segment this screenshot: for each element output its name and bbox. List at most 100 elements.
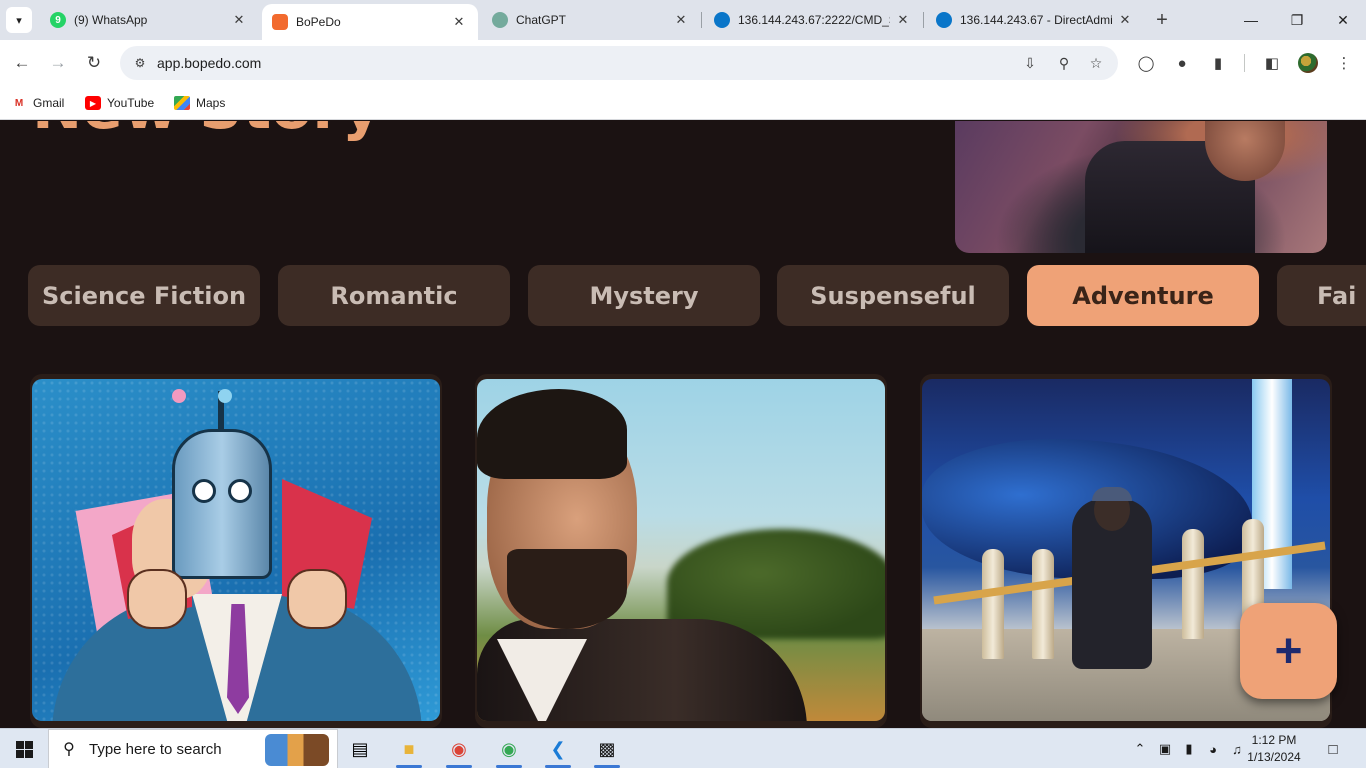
arrow-left-icon: ← [13, 53, 31, 72]
bookmark-label: YouTube [107, 96, 155, 110]
search-icon: ⚲ [63, 741, 75, 758]
site-settings-icon[interactable]: ⚙ [132, 55, 148, 71]
tab-separator [701, 12, 702, 28]
tab-directadmin[interactable]: 136.144.243.67 - DirectAdmi ✕ [926, 0, 1144, 40]
category-romantic[interactable]: Romantic [278, 265, 510, 326]
file-explorer-icon[interactable]: ■ [386, 729, 432, 768]
pop-art-robot-mask-image [32, 379, 440, 721]
art-shape [1092, 487, 1132, 501]
bookmark-label: Maps [196, 96, 226, 110]
tab-separator [923, 12, 924, 28]
bookmark-gmail[interactable]: M Gmail [11, 93, 65, 113]
reload-button[interactable]: ↻ [80, 49, 108, 77]
page-title: New Story [32, 121, 381, 143]
taskbar-search[interactable]: ⚲ Type here to search [48, 729, 338, 768]
chatgpt-icon [492, 12, 508, 28]
browser-tab-strip: ▾ 9 (9) WhatsApp ✕ BoPeDo ✕ ChatGPT ✕ 13… [0, 0, 1366, 40]
system-clock[interactable]: 1:12 PM 1/13/2024 [1245, 732, 1303, 766]
bookmark-star-icon[interactable]: ☆ [1086, 54, 1106, 72]
category-fantasy-partial[interactable]: Fai [1277, 265, 1366, 326]
terminal-icon[interactable]: ▩ [584, 729, 630, 768]
close-icon[interactable]: ✕ [672, 11, 690, 29]
notification-icon[interactable]: □ [1322, 739, 1344, 759]
add-story-button[interactable]: + [1240, 603, 1337, 699]
tab-cmd-server[interactable]: 136.144.243.67:2222/CMD_S ✕ [704, 0, 922, 40]
side-panel-icon[interactable]: ◧ [1261, 52, 1283, 74]
search-highlight-image[interactable] [265, 734, 329, 766]
tab-title: BoPeDo [296, 15, 341, 29]
story-card[interactable] [30, 374, 442, 728]
tab-chatgpt[interactable]: ChatGPT ✕ [482, 0, 700, 40]
art-shape [982, 549, 1004, 659]
art-shape [477, 389, 627, 479]
art-shape [172, 389, 186, 403]
close-icon[interactable]: ✕ [450, 13, 468, 31]
art-shape [228, 479, 252, 503]
bookmark-maps[interactable]: Maps [174, 93, 225, 113]
volume-icon[interactable]: ♫ [1227, 739, 1247, 759]
close-window-button[interactable]: ✕ [1320, 0, 1366, 40]
reload-icon: ↻ [86, 53, 102, 72]
forward-button[interactable]: → [44, 49, 72, 77]
menu-kebab-icon[interactable]: ⋮ [1333, 52, 1355, 74]
arrow-right-icon: → [49, 53, 67, 72]
art-shape [1032, 549, 1054, 659]
vscode-icon[interactable]: ❮ [535, 729, 581, 768]
art-shape [192, 479, 216, 503]
clock-time: 1:12 PM [1251, 733, 1297, 747]
battery-icon[interactable]: ▮ [1179, 739, 1199, 759]
install-app-icon[interactable]: ⇩ [1020, 54, 1040, 72]
bookmarks-bar: M Gmail ▶ YouTube Maps [0, 86, 1366, 120]
category-adventure[interactable]: Adventure [1027, 265, 1259, 326]
story-card[interactable] [475, 374, 887, 728]
category-science-fiction[interactable]: Science Fiction [28, 265, 260, 326]
profile-avatar[interactable] [1298, 53, 1318, 73]
chrome-icon[interactable]: ◉ [436, 729, 482, 768]
search-placeholder: Type here to search [89, 740, 222, 758]
address-bar[interactable]: ⚙ app.bopedo.com ⇩ ⚲ ☆ [120, 46, 1118, 80]
task-view-icon[interactable]: ▤ [337, 729, 383, 768]
location-extension-icon[interactable]: ● [1171, 52, 1193, 74]
extension-icon[interactable]: ◯ [1135, 52, 1157, 74]
tab-title: 136.144.243.67 - DirectAdmi [960, 13, 1112, 27]
tab-whatsapp[interactable]: 9 (9) WhatsApp ✕ [40, 0, 258, 40]
wifi-icon[interactable]: ◕ [1203, 739, 1223, 759]
art-shape [287, 569, 347, 629]
bopedo-icon [272, 14, 288, 30]
meet-now-icon[interactable]: ▣ [1155, 739, 1175, 759]
bearded-man-portrait-image [477, 379, 885, 721]
youtube-icon: ▶ [85, 96, 101, 110]
category-mystery[interactable]: Mystery [528, 265, 760, 326]
globe-icon [936, 12, 952, 28]
new-tab-button[interactable]: + [1150, 8, 1174, 32]
hero-character-image [955, 121, 1327, 253]
whatsapp-icon: 9 [50, 12, 66, 28]
art-shape [507, 549, 627, 629]
start-button[interactable] [0, 729, 48, 768]
url-text[interactable]: app.bopedo.com [157, 55, 261, 71]
category-suspenseful[interactable]: Suspenseful [777, 265, 1009, 326]
minimize-button[interactable]: — [1228, 0, 1274, 40]
puzzle-extensions-icon[interactable]: ▮ [1207, 52, 1229, 74]
restore-button[interactable]: ❐ [1274, 0, 1320, 40]
art-shape [1182, 529, 1204, 639]
chrome-profile-icon[interactable]: ◉ [486, 729, 532, 768]
globe-icon [714, 12, 730, 28]
close-icon[interactable]: ✕ [230, 11, 248, 29]
tab-title: (9) WhatsApp [74, 13, 148, 27]
toolbar-divider [1244, 54, 1245, 72]
chevron-down-icon: ▾ [16, 14, 22, 27]
chevron-up-icon[interactable]: ⌃ [1130, 739, 1150, 759]
zoom-icon[interactable]: ⚲ [1054, 54, 1074, 72]
tab-search-button[interactable]: ▾ [6, 7, 32, 33]
bopedo-page: New Story Science Fiction Romantic Myste… [0, 121, 1366, 728]
gmail-icon: M [14, 97, 24, 109]
tab-bopedo[interactable]: BoPeDo ✕ [262, 4, 478, 40]
close-icon[interactable]: ✕ [1116, 11, 1134, 29]
art-shape [218, 389, 232, 403]
close-icon[interactable]: ✕ [894, 11, 912, 29]
back-button[interactable]: ← [8, 49, 36, 77]
art-shape [172, 429, 272, 579]
bookmark-youtube[interactable]: ▶ YouTube [85, 93, 154, 113]
category-chips: Science Fiction Romantic Mystery Suspens… [28, 265, 1366, 327]
